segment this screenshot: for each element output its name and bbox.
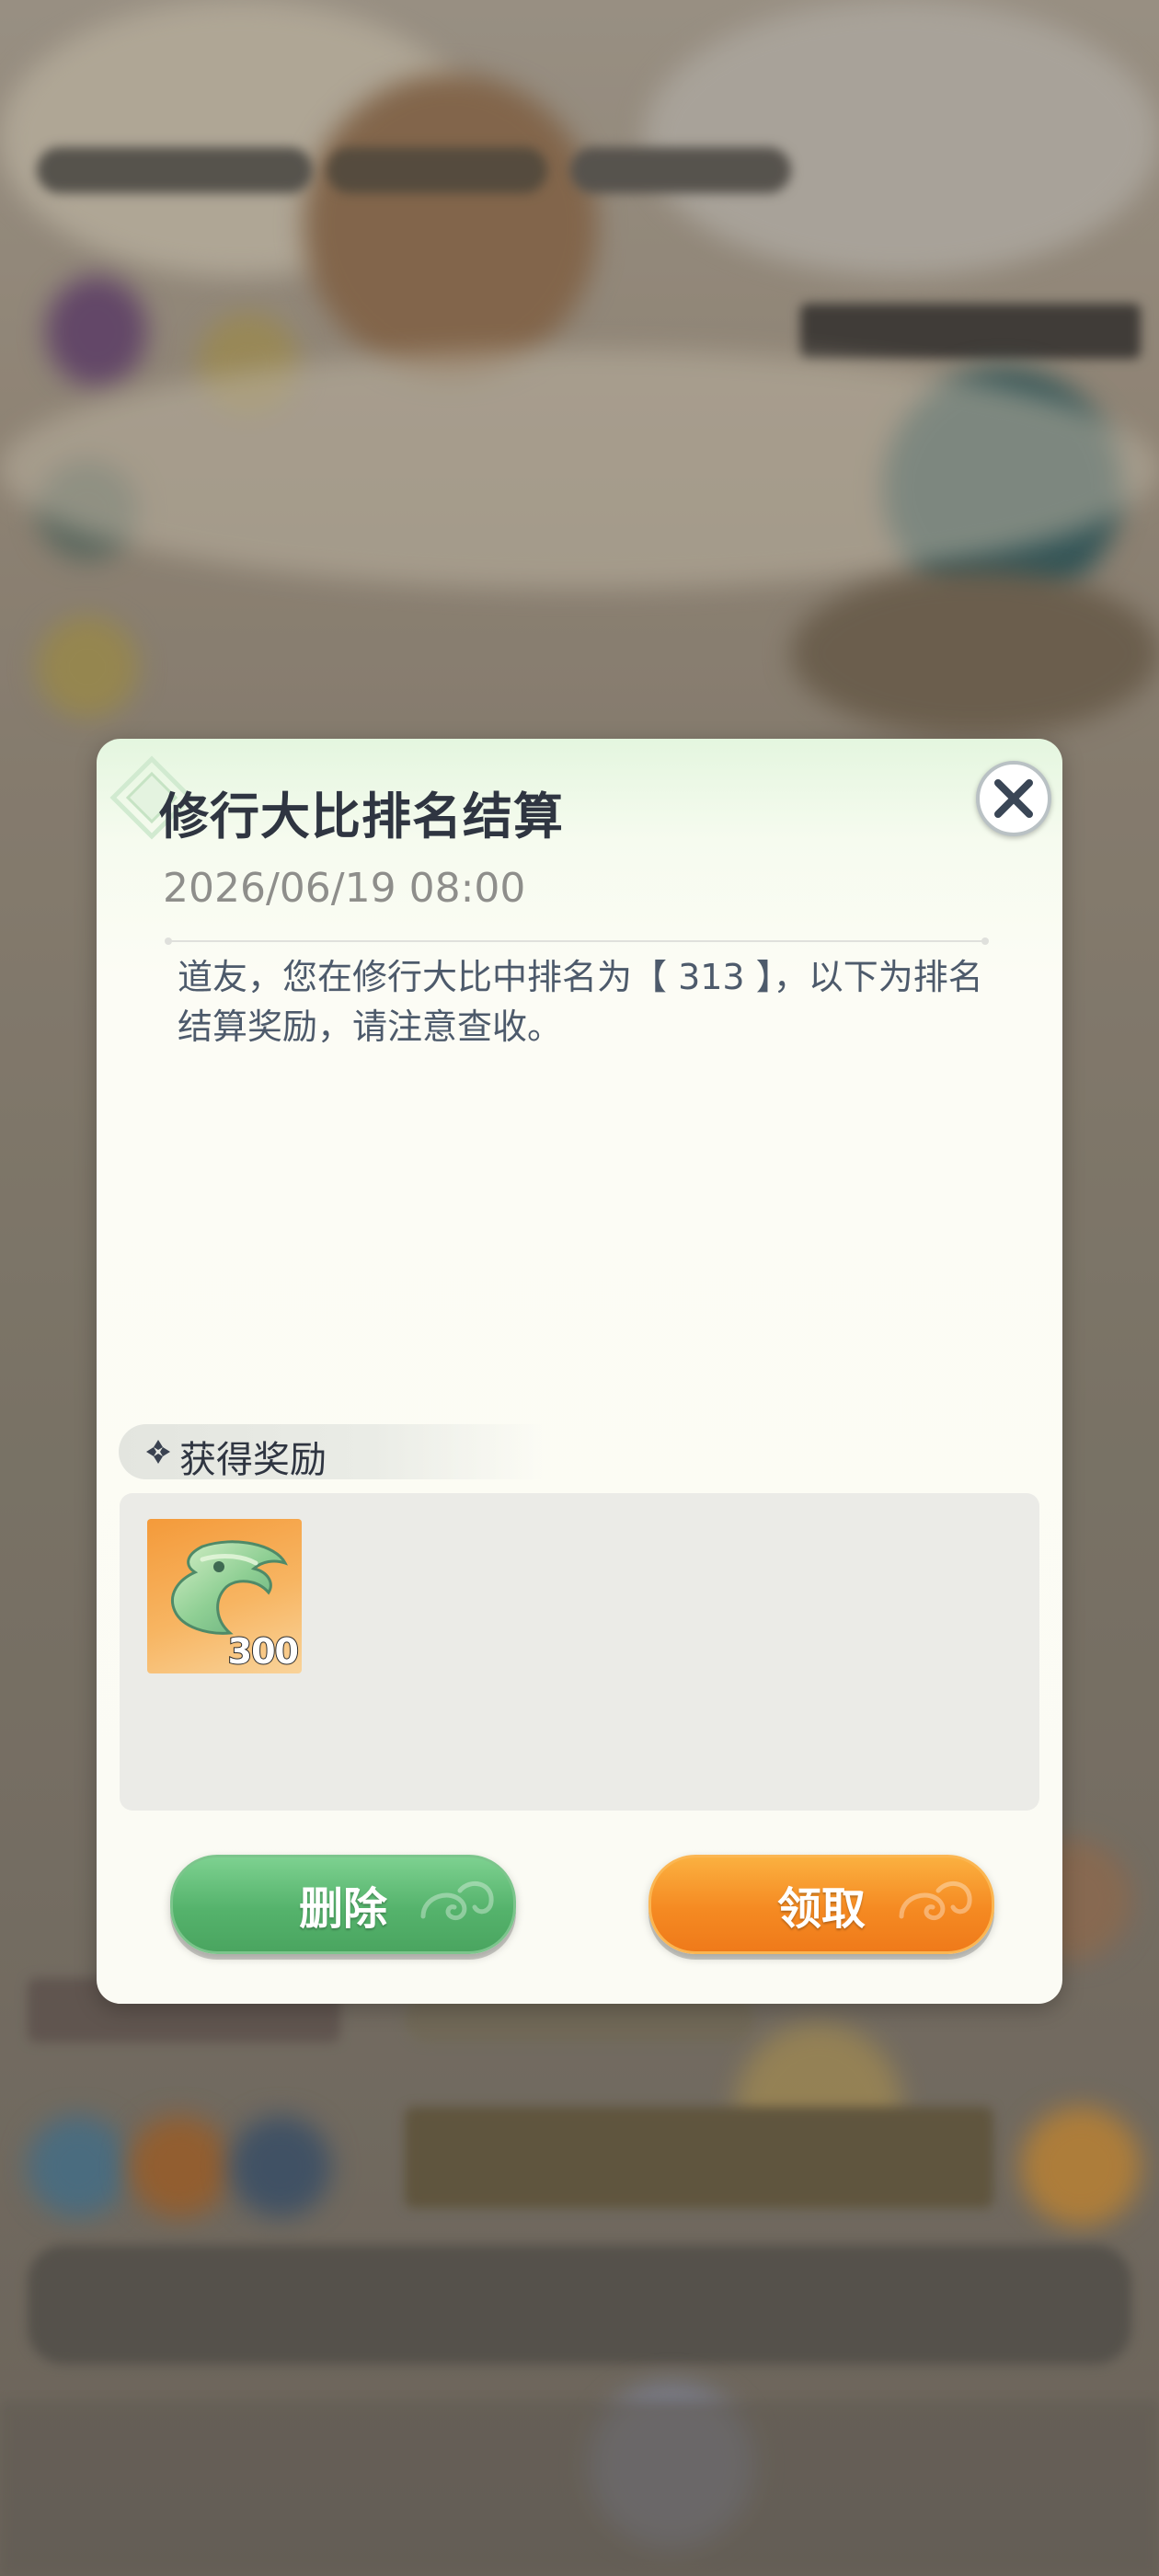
close-icon bbox=[994, 779, 1033, 818]
claim-button[interactable]: 领取 bbox=[648, 1855, 994, 1954]
mail-message: 道友，您在修行大比中排名为【 313 】，以下为排名结算奖励，请注意查收。 bbox=[178, 957, 983, 1047]
mail-datetime: 2026/06/19 08:00 bbox=[163, 865, 526, 912]
rewards-header: 获得奖励 bbox=[119, 1424, 542, 1481]
rewards-header-label: 获得奖励 bbox=[179, 1439, 327, 1481]
cloud-swirl-icon bbox=[420, 1880, 494, 1920]
dialog-title: 修行大比排名结算 bbox=[159, 788, 564, 845]
close-button[interactable] bbox=[976, 761, 1051, 836]
mail-dialog: 修行大比排名结算 2026/06/19 08:00 道友，您在修行大比中排名为【… bbox=[97, 739, 1062, 2004]
delete-button[interactable]: 删除 bbox=[170, 1855, 516, 1954]
cloud-swirl-icon bbox=[899, 1880, 972, 1920]
diamond-bullet-icon bbox=[146, 1440, 170, 1464]
divider bbox=[165, 937, 989, 945]
reward-panel: 300 bbox=[120, 1493, 1039, 1811]
claim-button-label: 领取 bbox=[776, 1883, 866, 1935]
reward-count: 300 bbox=[227, 1630, 300, 1673]
delete-button-label: 删除 bbox=[298, 1883, 387, 1935]
reward-item[interactable]: 300 bbox=[147, 1519, 302, 1673]
